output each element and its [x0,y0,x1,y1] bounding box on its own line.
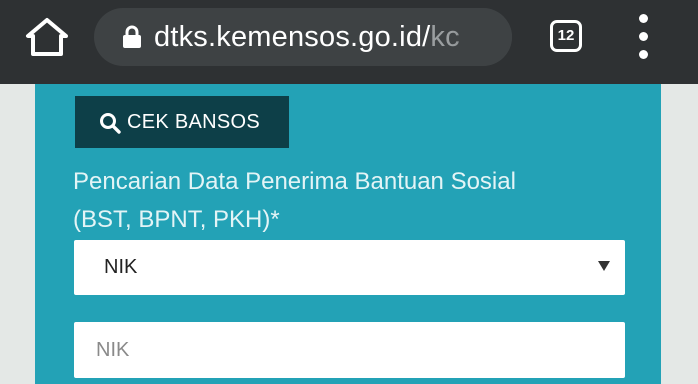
search-icon [100,113,121,134]
home-icon [26,18,68,56]
form-label: Pencarian Data Penerima Bantuan Sosial (… [73,163,633,239]
tab-count: 12 [557,27,575,44]
search-type-select[interactable]: NIK [74,240,625,295]
caret-down-icon [598,261,610,271]
form-label-line2: (BST, BPNT, PKH)* [73,206,280,233]
home-button[interactable] [24,16,70,58]
lock-icon [123,25,141,48]
cek-bansos-label: CEK BANSOS [127,111,261,133]
tab-switcher-button[interactable]: 12 [550,20,582,52]
browser-toolbar: dtks.kemensos.go.id/kc 12 [0,0,698,84]
url-text: dtks.kemensos.go.id/kc [154,8,460,66]
address-bar[interactable]: dtks.kemensos.go.id/kc [94,8,512,66]
url-main: dtks.kemensos.go.id/ [154,21,431,53]
url-fade [452,8,512,66]
form-label-line1: Pencarian Data Penerima Bantuan Sosial [73,168,516,195]
cek-bansos-button[interactable]: CEK BANSOS [75,96,289,148]
more-vert-icon[interactable] [634,14,654,60]
nik-input[interactable] [74,322,625,378]
search-type-selected: NIK [104,256,138,278]
